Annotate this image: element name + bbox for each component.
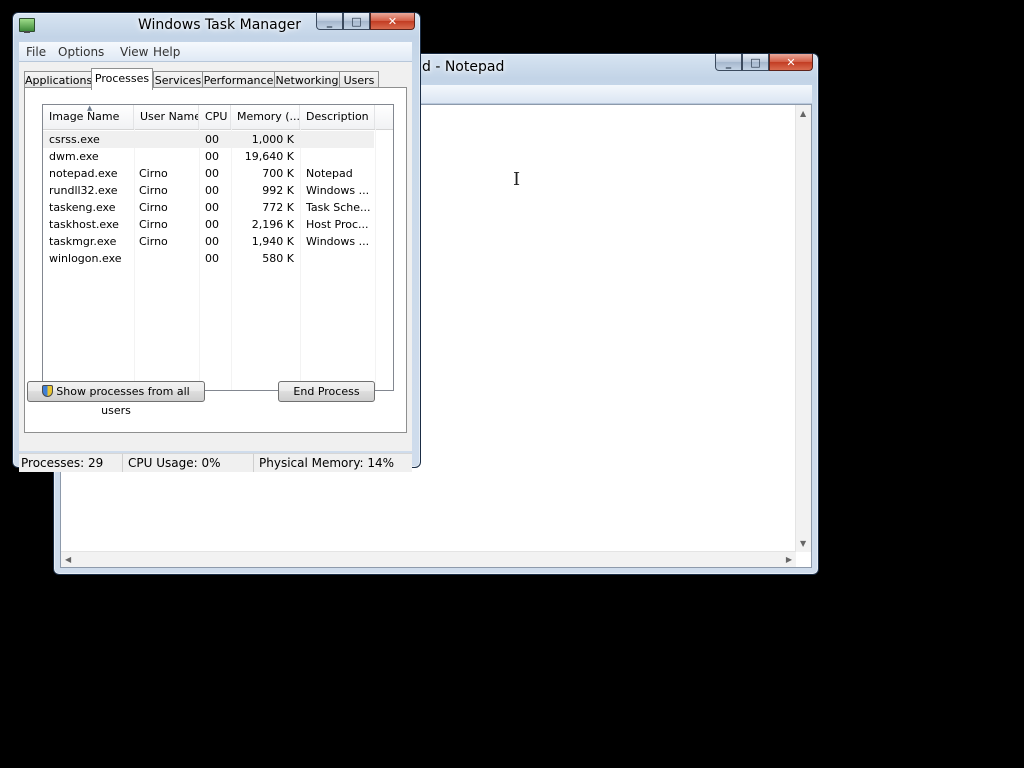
tab-applications[interactable]: Applications xyxy=(24,71,92,88)
cell-user-name: Cirno xyxy=(139,184,168,197)
cell-user-name: Cirno xyxy=(139,201,168,214)
cell-image-name: rundll32.exe xyxy=(49,184,118,197)
task-manager-icon xyxy=(19,18,35,33)
task-manager-close-button[interactable]: ✕ xyxy=(370,13,415,30)
process-row[interactable]: dwm.exe 00 19,640 K xyxy=(43,148,393,165)
notepad-minimize-button[interactable]: _ xyxy=(715,54,742,71)
show-all-processes-button[interactable]: Show processes from all users xyxy=(27,381,205,417)
cell-image-name: dwm.exe xyxy=(49,150,99,163)
process-row[interactable]: winlogon.exe 00 580 K xyxy=(43,250,393,267)
i-beam-cursor-icon: I xyxy=(513,169,521,190)
notepad-title: d - Notepad xyxy=(422,59,505,75)
status-processes: Processes: 29 xyxy=(19,454,123,472)
column-user-name[interactable]: User Name xyxy=(134,105,199,129)
scroll-up-arrow-icon[interactable]: ▲ xyxy=(800,109,806,118)
tab-processes[interactable]: Processes xyxy=(91,68,153,90)
process-list[interactable]: ▲ Image Name User Name CPU Memory (... D… xyxy=(42,104,394,391)
notepad-close-button[interactable]: ✕ xyxy=(769,54,813,71)
menu-options[interactable]: Options xyxy=(58,45,104,59)
notepad-vertical-scrollbar[interactable]: ▲ ▼ xyxy=(795,105,811,552)
menu-view[interactable]: View xyxy=(120,45,148,59)
task-manager-title: Windows Task Manager xyxy=(138,17,301,33)
cell-image-name: taskmgr.exe xyxy=(49,235,117,248)
cell-memory: 1,000 K xyxy=(251,133,294,146)
task-manager-maximize-button[interactable]: □ xyxy=(343,13,370,30)
cell-image-name: notepad.exe xyxy=(49,167,118,180)
cell-cpu: 00 xyxy=(205,218,219,231)
uac-shield-icon xyxy=(42,385,54,397)
cell-user-name: Cirno xyxy=(139,218,168,231)
process-list-header: ▲ Image Name User Name CPU Memory (... D… xyxy=(43,105,393,130)
cell-memory: 19,640 K xyxy=(244,150,294,163)
task-manager-body: Applications Processes Services Performa… xyxy=(19,62,412,451)
cell-memory: 580 K xyxy=(262,252,294,265)
notepad-horizontal-scrollbar[interactable]: ◀ ▶ xyxy=(61,551,796,567)
cell-user-name: Cirno xyxy=(139,167,168,180)
cell-description: Host Proc... xyxy=(306,218,369,231)
tab-services[interactable]: Services xyxy=(153,71,203,88)
task-manager-window[interactable]: Windows Task Manager _ □ ✕ File Options … xyxy=(12,12,421,472)
task-manager-minimize-button[interactable]: _ xyxy=(316,13,343,30)
menu-help[interactable]: Help xyxy=(153,45,180,59)
tab-users[interactable]: Users xyxy=(339,71,379,88)
menu-file[interactable]: File xyxy=(26,45,46,59)
column-image-name[interactable]: ▲ Image Name xyxy=(43,105,134,129)
process-row[interactable]: notepad.exe Cirno 00 700 K Notepad xyxy=(43,165,393,182)
column-description[interactable]: Description xyxy=(300,105,375,129)
process-row[interactable]: taskmgr.exe Cirno 00 1,940 K Windows ... xyxy=(43,233,393,250)
cell-memory: 772 K xyxy=(262,201,294,214)
cell-user-name: Cirno xyxy=(139,235,168,248)
cell-cpu: 00 xyxy=(205,167,219,180)
tab-performance[interactable]: Performance xyxy=(202,71,275,88)
cell-memory: 700 K xyxy=(262,167,294,180)
cell-memory: 2,196 K xyxy=(251,218,294,231)
process-row[interactable]: csrss.exe 00 1,000 K xyxy=(43,131,374,148)
notepad-maximize-button[interactable]: □ xyxy=(742,54,769,71)
scroll-left-arrow-icon[interactable]: ◀ xyxy=(65,555,71,564)
cell-memory: 1,940 K xyxy=(251,235,294,248)
scroll-right-arrow-icon[interactable]: ▶ xyxy=(786,555,792,564)
column-cpu[interactable]: CPU xyxy=(199,105,231,129)
sort-ascending-icon: ▲ xyxy=(87,105,93,112)
status-bar: Processes: 29 CPU Usage: 0% Physical Mem… xyxy=(19,453,412,472)
process-row[interactable]: taskhost.exe Cirno 00 2,196 K Host Proc... xyxy=(43,216,393,233)
column-memory[interactable]: Memory (... xyxy=(231,105,300,129)
process-row[interactable]: rundll32.exe Cirno 00 992 K Windows ... xyxy=(43,182,393,199)
cell-description: Windows ... xyxy=(306,184,370,197)
cell-image-name: taskeng.exe xyxy=(49,201,116,214)
cell-cpu: 00 xyxy=(205,133,219,146)
cell-cpu: 00 xyxy=(205,184,219,197)
status-physical-memory: Physical Memory: 14% xyxy=(259,456,395,470)
cell-description: Task Sche... xyxy=(306,201,371,214)
cell-description: Notepad xyxy=(306,167,353,180)
processes-panel: ▲ Image Name User Name CPU Memory (... D… xyxy=(24,87,407,433)
scroll-down-arrow-icon[interactable]: ▼ xyxy=(800,539,806,548)
cell-cpu: 00 xyxy=(205,252,219,265)
cell-cpu: 00 xyxy=(205,235,219,248)
task-manager-menu-bar: File Options View Help xyxy=(19,42,412,62)
cell-image-name: csrss.exe xyxy=(49,133,100,146)
cell-image-name: taskhost.exe xyxy=(49,218,119,231)
process-row[interactable]: taskeng.exe Cirno 00 772 K Task Sche... xyxy=(43,199,393,216)
end-process-button[interactable]: End Process xyxy=(278,381,375,402)
cell-image-name: winlogon.exe xyxy=(49,252,122,265)
cell-description: Windows ... xyxy=(306,235,370,248)
cell-cpu: 00 xyxy=(205,201,219,214)
cell-memory: 992 K xyxy=(262,184,294,197)
status-cpu-usage: CPU Usage: 0% xyxy=(123,454,254,472)
tab-networking[interactable]: Networking xyxy=(274,71,340,88)
cell-cpu: 00 xyxy=(205,150,219,163)
